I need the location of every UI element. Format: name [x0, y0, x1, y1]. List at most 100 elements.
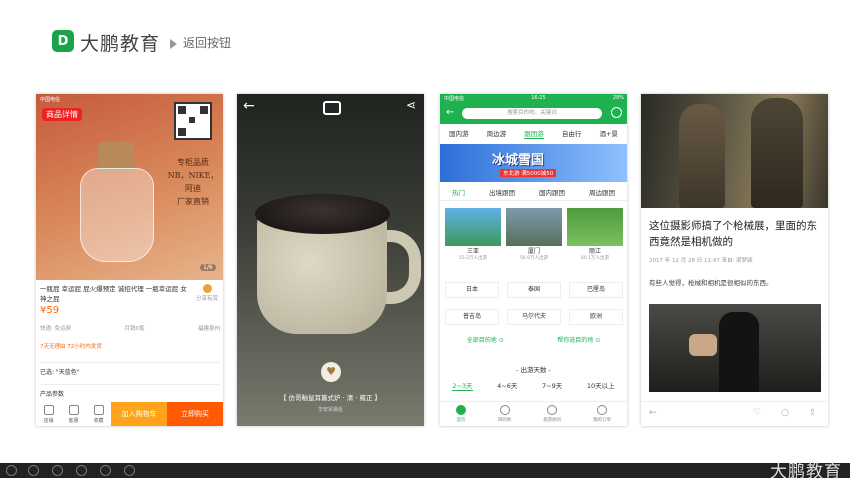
destination-chip[interactable]: 马尔代夫	[507, 309, 561, 325]
artwork-subcaption: 华安贸易处	[317, 407, 343, 413]
status-bar: 中国电信 16:25 29%	[444, 95, 624, 102]
orders-icon	[597, 405, 608, 415]
nav-orders[interactable]: 我的订单	[593, 402, 611, 426]
product-params-row[interactable]: 产品参数	[40, 384, 220, 398]
product-description: 一瓶屁 幸运屁 屁火爆预定 诚招代理 一瓶幸运屁 女神之屁	[40, 285, 187, 303]
brand-name: 大鹏教育	[80, 33, 161, 55]
service-button[interactable]: 客服	[61, 402, 86, 426]
like-icon[interactable]: ♡	[753, 408, 761, 418]
prev-icon[interactable]	[6, 465, 17, 476]
tab-group-tour[interactable]: 跟团游	[524, 128, 544, 139]
brand-logo: D	[52, 30, 74, 52]
destination-card[interactable]: 厦门 56.9万人出游	[506, 208, 562, 261]
destination-card[interactable]: 三亚 55.2万人出游	[445, 208, 501, 261]
artwork-toolbar: ← ⋖	[237, 94, 424, 120]
favorite-button[interactable]: 收藏	[86, 402, 111, 426]
buy-now-button[interactable]: 立即购买	[167, 402, 223, 426]
censer-image	[255, 194, 421, 344]
subtab-nearby[interactable]: 周边跟团	[589, 187, 615, 197]
article-title: 这位摄影师搞了个枪械展，里面的东西竟然是相机做的	[649, 220, 817, 248]
tab-nearby[interactable]: 周边游	[487, 128, 507, 139]
day-option[interactable]: 2~3天	[452, 380, 473, 391]
compass-icon	[499, 405, 510, 415]
article-image	[649, 304, 821, 392]
qr-code-icon	[174, 102, 212, 140]
user-icon[interactable]	[611, 107, 622, 118]
article-text: 有些人觉得，枪械和相机是很相似的东西。	[649, 279, 773, 287]
destination-grid-row: 日本 泰国 巴厘岛	[445, 282, 623, 298]
service-badges: 7天无理由 72小时内发货	[40, 344, 102, 350]
product-detail-screen: 中国电信 商品详情 专柜品质 NB，NIKE，阿迪 厂家直销 1/6 一瓶屁 幸…	[36, 94, 223, 426]
day-options: 2~3天 4~6天 7~9天 10天以上	[440, 380, 627, 391]
article-hero-image	[641, 94, 828, 208]
add-to-cart-button[interactable]: 加入购物车	[111, 402, 167, 426]
share-button[interactable]: 分享有赏	[196, 284, 218, 302]
travel-header: 中国电信 16:25 29% ← 搜索目的地、关键词	[440, 94, 627, 124]
nav-advisor[interactable]: 旅游顾问	[543, 402, 561, 426]
home-icon	[455, 405, 466, 415]
image-page-indicator: 1/6	[200, 264, 216, 271]
status-bar: 中国电信	[40, 97, 61, 103]
article-date: 2017 年 12 月 28 日 11:47 来自: 梁梦颖	[649, 258, 753, 264]
destination-card[interactable]: 丽江 60.1万人出游	[567, 208, 623, 261]
artwork-screen: ← ⋖ ♥ 【 仿哥釉鼠耳簋式炉 · 清 · 雍正 】 华安贸易处	[237, 94, 424, 426]
tab-domestic[interactable]: 国内游	[449, 128, 469, 139]
day-option[interactable]: 4~6天	[497, 380, 517, 391]
promo-banner[interactable]: 冰城雪国 东北游 满5000减50	[440, 144, 627, 182]
comment-icon[interactable]: ○	[781, 408, 789, 418]
back-button[interactable]: 返回按钮	[170, 34, 231, 51]
day-option[interactable]: 10天以上	[587, 380, 615, 391]
tab-hotel-scenic[interactable]: 酒+景	[599, 128, 617, 139]
subtab-hot[interactable]: 热门	[452, 187, 465, 197]
player-control-bar: 大鹏教育	[0, 462, 850, 482]
featured-destinations: 三亚 55.2万人出游 厦门 56.9万人出游 丽江 60.1万人出游	[445, 208, 623, 261]
store-button[interactable]: 店铺	[36, 402, 61, 426]
tab-free-travel[interactable]: 自由行	[562, 128, 582, 139]
vr-icon[interactable]	[323, 101, 341, 115]
pick-destination-link[interactable]: 帮你选目的地 ⊙	[557, 335, 600, 344]
pen-icon[interactable]	[52, 465, 63, 476]
like-icon[interactable]: ♥	[321, 362, 341, 382]
jar-illustration	[76, 142, 156, 262]
share-icon[interactable]: ⋖	[406, 98, 416, 112]
product-slogan: 专柜品质 NB，NIKE，阿迪 厂家直销	[167, 158, 219, 206]
store-icon	[43, 405, 54, 415]
destination-chip[interactable]: 巴厘岛	[569, 282, 623, 298]
top-header: D 大鹏教育 返回按钮	[0, 0, 850, 60]
day-option[interactable]: 7~9天	[542, 380, 562, 391]
product-price: ¥59	[40, 305, 60, 316]
destination-chip[interactable]: 普吉岛	[445, 309, 499, 325]
article-toolbar: ← ♡ ○ ⇪	[641, 401, 828, 426]
slides-icon[interactable]	[76, 465, 87, 476]
destination-chip[interactable]: 欧洲	[569, 309, 623, 325]
product-image: 中国电信 商品详情 专柜品质 NB，NIKE，阿迪 厂家直销 1/6	[36, 94, 223, 280]
screen-tag: 商品详情	[42, 108, 82, 121]
subtab-domestic[interactable]: 国内跟团	[539, 187, 565, 197]
travel-tabs: 国内游 周边游 跟团游 自由行 酒+景	[440, 128, 627, 139]
back-arrow-icon[interactable]: ←	[446, 107, 454, 118]
more-icon[interactable]	[124, 465, 135, 476]
back-arrow-icon[interactable]: ←	[243, 98, 255, 114]
destination-chip[interactable]: 日本	[445, 282, 499, 298]
purchase-bar: 店铺 客服 收藏 加入购物车 立即购买	[36, 402, 223, 426]
back-button-label: 返回按钮	[183, 36, 232, 50]
product-meta: 快递: 免运费 月销0笔 福建泉州	[40, 326, 220, 332]
chat-icon	[68, 405, 79, 415]
zoom-icon[interactable]	[100, 465, 111, 476]
destination-grid-row: 普吉岛 马尔代夫 欧洲	[445, 309, 623, 325]
bottom-nav: 首页 目的地 旅游顾问 我的订单	[440, 401, 627, 426]
back-icon[interactable]	[28, 465, 39, 476]
all-destinations-link[interactable]: 全部目的地 ⊙	[467, 335, 504, 344]
nav-destinations[interactable]: 目的地	[498, 402, 511, 426]
destination-chip[interactable]: 泰国	[507, 282, 561, 298]
watermark: 大鹏教育	[770, 462, 842, 482]
artwork-caption: 【 仿哥釉鼠耳簋式炉 · 清 · 雍正 】	[279, 394, 382, 402]
play-icon	[170, 38, 177, 49]
share-icon[interactable]: ⇪	[809, 408, 817, 418]
search-input[interactable]: 搜索目的地、关键词	[462, 108, 602, 119]
nav-home[interactable]: 首页	[455, 402, 466, 426]
travel-app-screen: 中国电信 16:25 29% ← 搜索目的地、关键词 国内游 周边游 跟团游 自由行…	[440, 94, 627, 426]
subtab-outbound[interactable]: 出境跟团	[489, 187, 515, 197]
selected-spec-row[interactable]: 已选: "天蓝色"	[40, 362, 220, 376]
back-arrow-icon[interactable]: ←	[649, 408, 657, 418]
